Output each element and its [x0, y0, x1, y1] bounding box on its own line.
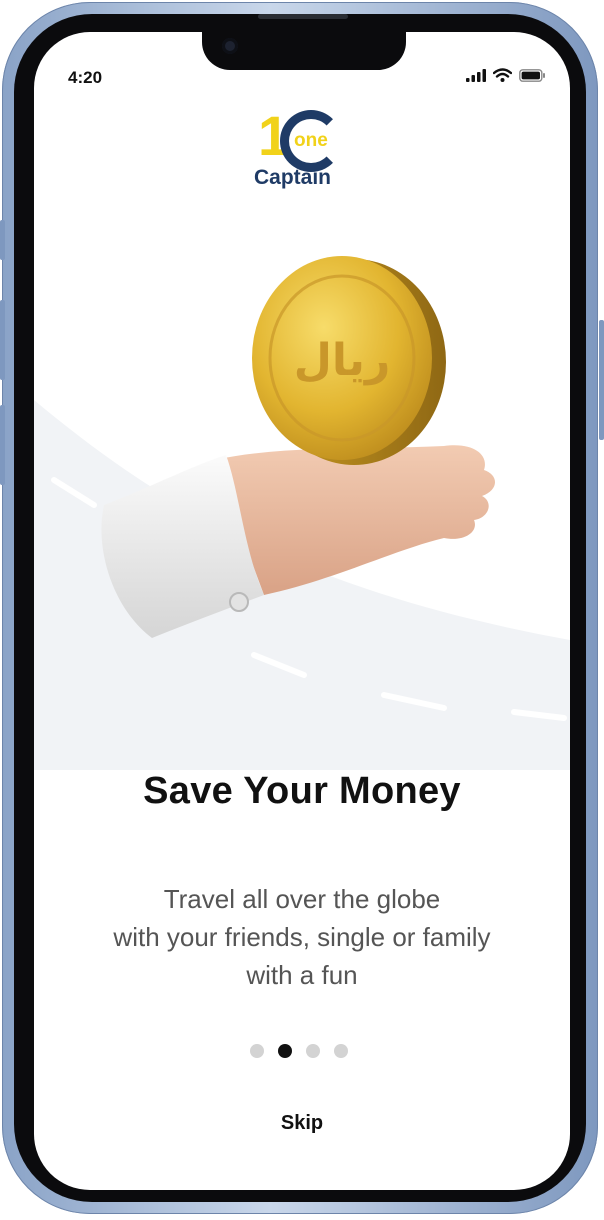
app-logo: 1 one Captain: [250, 108, 360, 192]
logo-captain-text: Captain: [254, 166, 332, 189]
page-dot[interactable]: [250, 1044, 264, 1058]
logo-one-text: one: [294, 130, 328, 151]
volume-down-button: [0, 405, 5, 485]
speaker-grille: [258, 14, 348, 19]
description-line: with a fun: [246, 960, 358, 990]
hand-holding-coin-illustration: ريال: [34, 256, 570, 770]
volume-up-button: [0, 300, 5, 380]
hand: [214, 445, 496, 595]
description-line: with your friends, single or family: [113, 922, 491, 952]
mute-switch: [0, 220, 5, 260]
page-dot-active[interactable]: [278, 1044, 292, 1058]
cellular-signal-icon: [466, 68, 486, 82]
page-indicator[interactable]: [250, 1044, 348, 1058]
coin-currency-glyph: ريال: [294, 335, 391, 386]
onboarding-description: Travel all over the globe with your frie…: [60, 880, 544, 994]
page-dot[interactable]: [306, 1044, 320, 1058]
power-button: [599, 320, 604, 440]
skip-button[interactable]: Skip: [0, 1112, 604, 1135]
status-time: 4:20: [68, 68, 103, 87]
battery-icon: [519, 68, 545, 82]
page-dot[interactable]: [334, 1044, 348, 1058]
status-icons: [466, 68, 546, 82]
description-line: Travel all over the globe: [163, 884, 441, 914]
onboarding-title: Save Your Money: [143, 770, 461, 812]
front-camera: [222, 38, 238, 54]
wifi-icon: [493, 68, 512, 82]
